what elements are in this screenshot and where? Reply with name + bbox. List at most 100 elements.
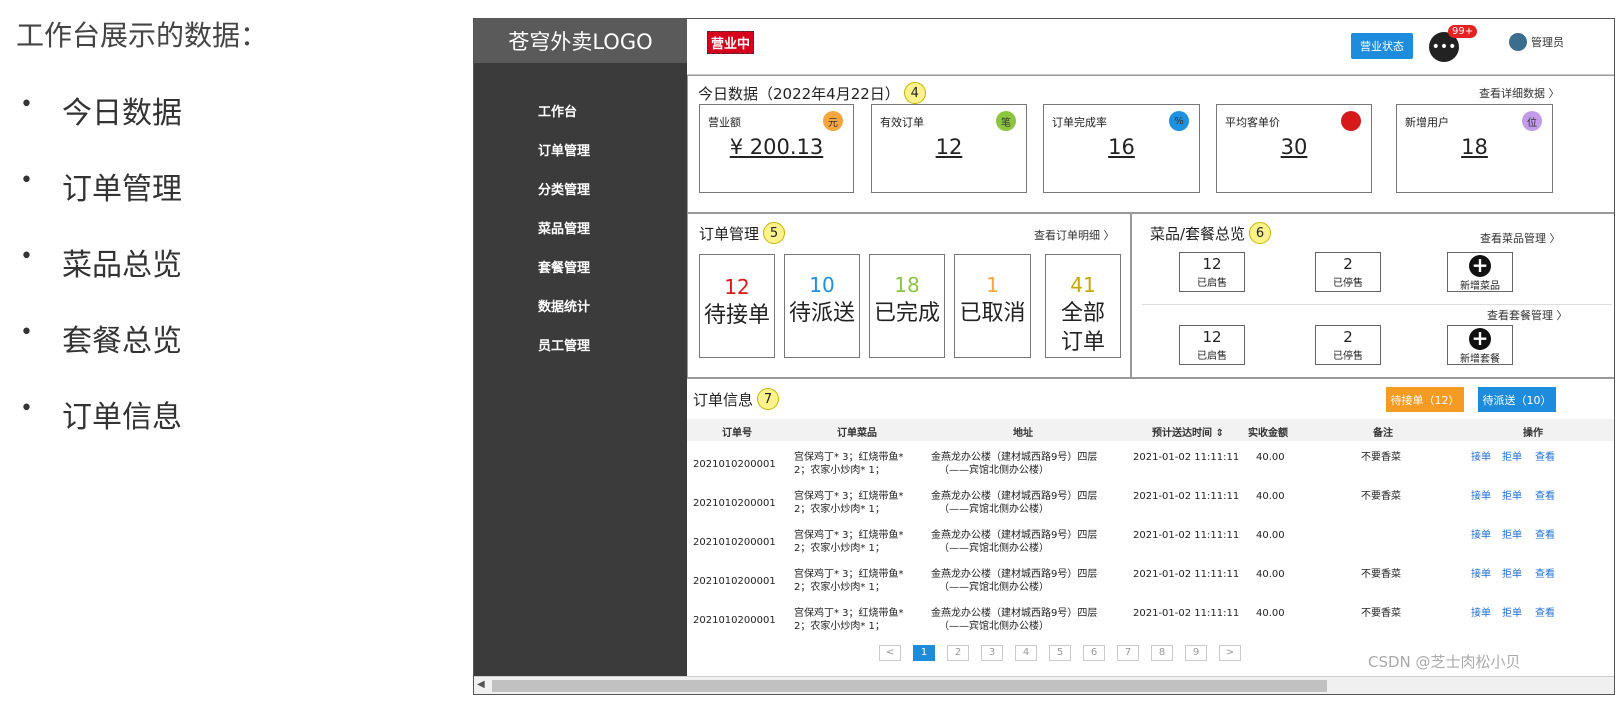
reject-order-link[interactable]: 拒单 [1502,529,1522,542]
cell-amount: 40.00 [1256,569,1285,580]
prev-page-button[interactable]: < [879,645,901,661]
horizontal-scrollbar[interactable]: ◀ [474,676,1614,694]
sidebar-item-dishes[interactable]: 菜品管理 [474,218,687,257]
cell-note: 不要香菜 [1361,452,1401,463]
reject-order-link[interactable]: 拒单 [1502,607,1522,620]
page-button[interactable]: 6 [1083,645,1105,661]
view-order-link[interactable]: 查看 [1535,607,1555,620]
page-button[interactable]: 5 [1049,645,1071,661]
reject-order-link[interactable]: 拒单 [1502,490,1522,503]
dishes-title: 菜品/套餐总览 6 [1150,222,1272,244]
accept-order-link[interactable]: 接单 [1471,490,1491,503]
order-card-completed[interactable]: 18 已完成 [869,254,945,358]
today-data-panel: 今日数据（2022年4月22日） 4 查看详细数据 〉 营业额 元 ¥ 200.… [687,75,1614,213]
order-card-to-deliver[interactable]: 10 待派送 [784,254,860,358]
user-menu[interactable]: 管理员 [1509,33,1564,51]
order-card-cancelled[interactable]: 1 已取消 [954,254,1031,358]
sidebar-item-setmeals[interactable]: 套餐管理 [474,257,687,296]
setmeal-on-sale-label: 已启售 [1197,351,1227,362]
pagination: < 1 2 3 4 5 6 7 8 9 > [879,645,1241,661]
reject-order-link[interactable]: 拒单 [1502,451,1522,464]
cell-address-line1: 金燕龙办公楼（建材城西路9号）四层 [931,491,1098,502]
table-row: 2021010200001 宫保鸡丁* 3；红烧带鱼* 2；农家小炒肉* 1； … [687,484,1614,523]
page-button[interactable]: 1 [913,645,935,661]
order-card-label: 全部订单 [1060,301,1105,355]
order-management-panel: 订单管理 5 查看订单明细 〉 12 待接单 10 待派送 18 已完成 1 已… [687,213,1131,378]
sidebar-item-workbench[interactable]: 工作台 [474,101,687,140]
setmeal-on-sale-box[interactable]: 12 已启售 [1179,325,1245,365]
cell-address-line1: 金燕龙办公楼（建材城西路9号）四层 [931,608,1098,619]
sidebar-item-orders[interactable]: 订单管理 [474,140,687,179]
view-dishes-link[interactable]: 查看菜品管理 〉 [1480,230,1561,246]
view-orders-link[interactable]: 查看订单明细 〉 [1034,227,1115,243]
add-setmeal-button[interactable]: + 新增套餐 [1447,325,1513,365]
accept-order-link[interactable]: 接单 [1471,451,1491,464]
view-order-link[interactable]: 查看 [1535,451,1555,464]
cell-dishes-line1: 宫保鸡丁* 3；红烧带鱼* [794,491,904,502]
sidebar-item-employees[interactable]: 员工管理 [474,335,687,374]
order-card-label: 待派送 [788,301,855,326]
sidebar: 苍穹外卖LOGO 工作台 订单管理 分类管理 菜品管理 套餐管理 数据统计 员工… [474,19,687,677]
next-page-button[interactable]: > [1219,645,1241,661]
dish-off-sale-label: 已停售 [1333,278,1363,289]
sidebar-item-statistics[interactable]: 数据统计 [474,296,687,335]
view-order-link[interactable]: 查看 [1535,568,1555,581]
col-amount: 实收金额 [1248,428,1288,439]
section-number-badge: 6 [1249,222,1272,244]
reject-order-link[interactable]: 拒单 [1502,568,1522,581]
page-button[interactable]: 4 [1015,645,1037,661]
page-button[interactable]: 7 [1117,645,1139,661]
cell-address-line1: 金燕龙办公楼（建材城西路9号）四层 [931,530,1098,541]
add-dish-button[interactable]: + 新增菜品 [1447,252,1513,292]
bullet-item: • 今日数据 [20,88,182,164]
accept-order-link[interactable]: 接单 [1471,529,1491,542]
accept-order-link[interactable]: 接单 [1471,568,1491,581]
setmeal-off-sale-box[interactable]: 2 已停售 [1315,325,1381,365]
slide-panel: 工作台展示的数据： • 今日数据 • 订单管理 • 菜品总览 • 套餐总览 • 订单信息 [0,0,470,703]
bullet-dot: • [20,320,33,345]
stat-label: 平均客单价 [1225,116,1280,129]
view-setmeals-link[interactable]: 查看套餐管理 〉 [1487,307,1568,323]
cell-dishes-line2: 2；农家小炒肉* 1； [794,621,885,632]
orders-title-text: 订单管理 [699,224,760,243]
order-card-pending[interactable]: 12 待接单 [699,254,775,358]
percent-icon: % [1169,111,1189,131]
cell-dishes-line2: 2；农家小炒肉* 1； [794,504,885,515]
table-row: 2021010200001 宫保鸡丁* 3；红烧带鱼* 2；农家小炒肉* 1； … [687,445,1614,484]
view-detail-link[interactable]: 查看详细数据 〉 [1479,85,1560,101]
page-button[interactable]: 3 [981,645,1003,661]
table-header: 订单号 订单菜品 地址 预计送达时间 ⇕ 实收金额 备注 操作 [687,419,1614,441]
dish-off-sale-box[interactable]: 2 已停售 [1315,252,1381,292]
view-order-link[interactable]: 查看 [1535,529,1555,542]
scrollbar-thumb[interactable] [492,680,1327,692]
dish-on-sale-label: 已启售 [1197,278,1227,289]
accept-order-link[interactable]: 接单 [1471,607,1491,620]
shop-status-button[interactable]: 营业状态 [1351,33,1413,59]
sidebar-item-categories[interactable]: 分类管理 [474,179,687,218]
setmeal-off-sale-label: 已停售 [1333,351,1363,362]
order-card-count: 41 [1070,273,1096,297]
to-deliver-button[interactable]: 待派送（10） [1478,387,1556,412]
stat-value: 12 [935,135,963,159]
page-button[interactable]: 8 [1151,645,1173,661]
stat-value: 16 [1108,135,1135,159]
bullet-item: • 订单信息 [20,392,182,468]
col-dishes: 订单菜品 [837,428,877,439]
col-actions: 操作 [1523,428,1543,439]
cell-eta: 2021-01-02 11:11:11 [1133,491,1240,502]
scroll-left-icon[interactable]: ◀ [477,679,485,690]
order-card-all[interactable]: 41 全部订单 [1045,254,1121,358]
page-button[interactable]: 9 [1185,645,1207,661]
pending-orders-button[interactable]: 待接单（12） [1386,387,1464,412]
view-order-link[interactable]: 查看 [1535,490,1555,503]
dish-on-sale-box[interactable]: 12 已启售 [1179,252,1245,292]
page-button[interactable]: 2 [947,645,969,661]
admin-mockup: 苍穹外卖LOGO 工作台 订单管理 分类管理 菜品管理 套餐管理 数据统计 员工… [473,18,1615,695]
bullet-text: 订单管理 [62,172,182,207]
stat-value: 30 [1280,135,1308,159]
bullet-item: • 菜品总览 [20,240,182,316]
col-eta[interactable]: 预计送达时间 ⇕ [1152,424,1224,439]
col-order-id: 订单号 [722,428,752,439]
shop-status-badge: 营业中 [707,31,755,54]
order-card-count: 12 [724,275,750,299]
